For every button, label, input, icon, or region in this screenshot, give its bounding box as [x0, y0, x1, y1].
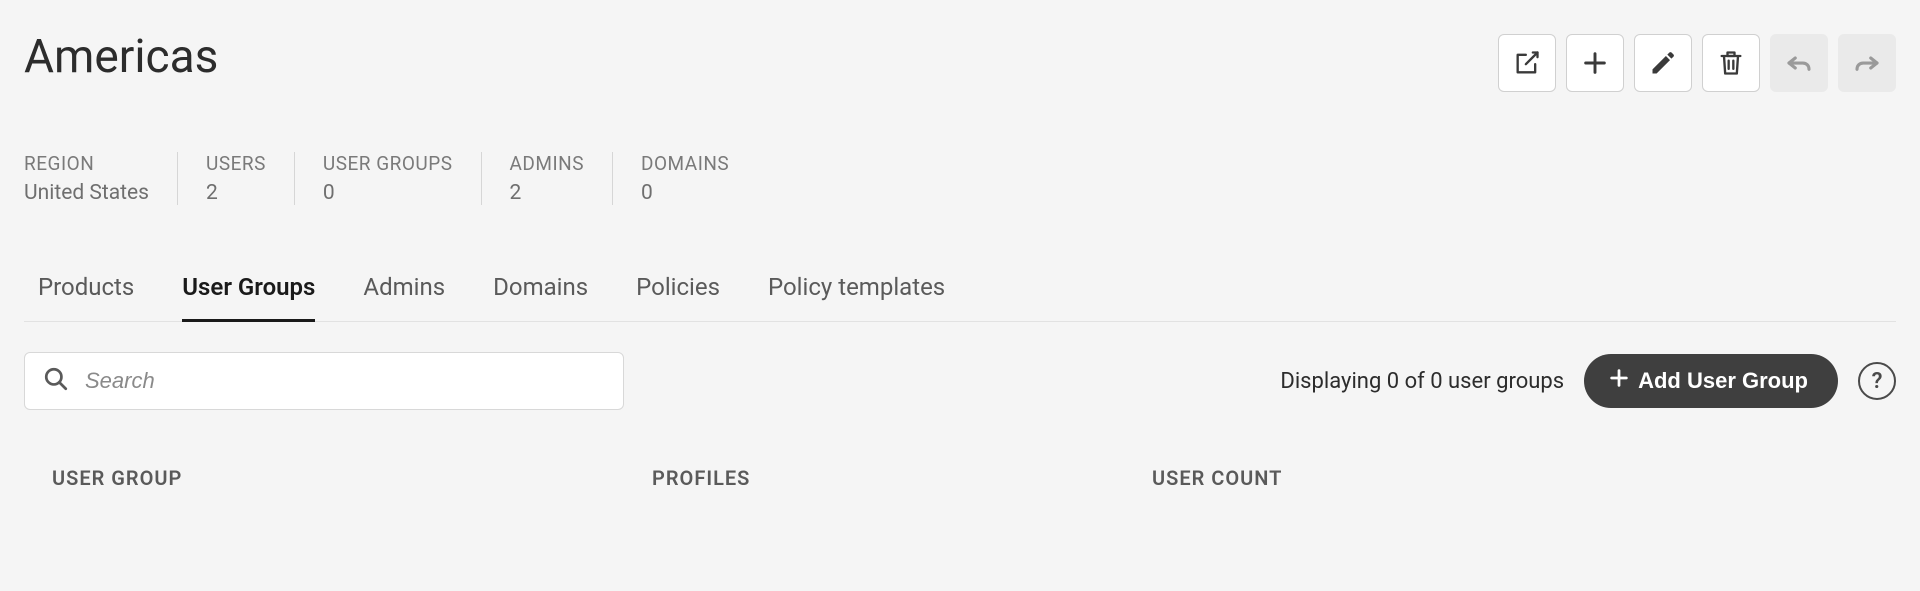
controls-row: Displaying 0 of 0 user groups Add User G… [24, 352, 1896, 410]
stat-value: United States [24, 181, 149, 205]
pencil-icon [1649, 49, 1677, 77]
header-row: Americas [24, 30, 1896, 92]
undo-icon [1784, 48, 1814, 78]
redo-icon [1852, 48, 1882, 78]
plus-icon [1608, 367, 1630, 395]
search-field[interactable] [24, 352, 624, 410]
stat-label: ADMINS [510, 152, 584, 175]
stat-label: REGION [24, 152, 149, 175]
stat-users: USERS 2 [177, 152, 294, 205]
stat-region: REGION United States [24, 152, 177, 205]
share-icon [1513, 49, 1541, 77]
page-root: Americas [0, 0, 1920, 490]
tab-policy-templates[interactable]: Policy templates [768, 265, 945, 322]
add-button[interactable] [1566, 34, 1624, 92]
tab-domains[interactable]: Domains [493, 265, 588, 322]
column-user-group[interactable]: USER GROUP [52, 466, 652, 490]
page-title: Americas [24, 30, 218, 84]
search-icon [43, 366, 69, 396]
tab-policies[interactable]: Policies [636, 265, 720, 322]
plus-icon [1581, 49, 1609, 77]
table-header: USER GROUP PROFILES USER COUNT [24, 466, 1896, 490]
add-button-label: Add User Group [1638, 368, 1808, 394]
edit-button[interactable] [1634, 34, 1692, 92]
tab-products[interactable]: Products [38, 265, 134, 322]
tabs: Products User Groups Admins Domains Poli… [24, 265, 1896, 322]
stat-value: 2 [510, 181, 584, 205]
undo-button [1770, 34, 1828, 92]
stat-admins: ADMINS 2 [481, 152, 612, 205]
stat-label: USERS [206, 152, 266, 175]
stats-row: REGION United States USERS 2 USER GROUPS… [24, 152, 1896, 205]
tab-user-groups[interactable]: User Groups [182, 265, 315, 322]
tab-admins[interactable]: Admins [363, 265, 445, 322]
stat-value: 2 [206, 181, 266, 205]
stat-user-groups: USER GROUPS 0 [294, 152, 481, 205]
delete-button[interactable] [1702, 34, 1760, 92]
share-button[interactable] [1498, 34, 1556, 92]
question-icon: ? [1872, 369, 1883, 394]
display-count-text: Displaying 0 of 0 user groups [1280, 369, 1564, 394]
column-profiles[interactable]: PROFILES [652, 466, 1152, 490]
stat-value: 0 [323, 181, 453, 205]
search-input[interactable] [83, 367, 605, 395]
add-user-group-button[interactable]: Add User Group [1584, 354, 1838, 408]
stat-domains: DOMAINS 0 [612, 152, 757, 205]
stat-label: USER GROUPS [323, 152, 453, 175]
trash-icon [1717, 49, 1745, 77]
redo-button [1838, 34, 1896, 92]
toolbar [1498, 30, 1896, 92]
stat-value: 0 [641, 181, 729, 205]
column-user-count[interactable]: USER COUNT [1152, 466, 1896, 490]
help-button[interactable]: ? [1858, 362, 1896, 400]
stat-label: DOMAINS [641, 152, 729, 175]
